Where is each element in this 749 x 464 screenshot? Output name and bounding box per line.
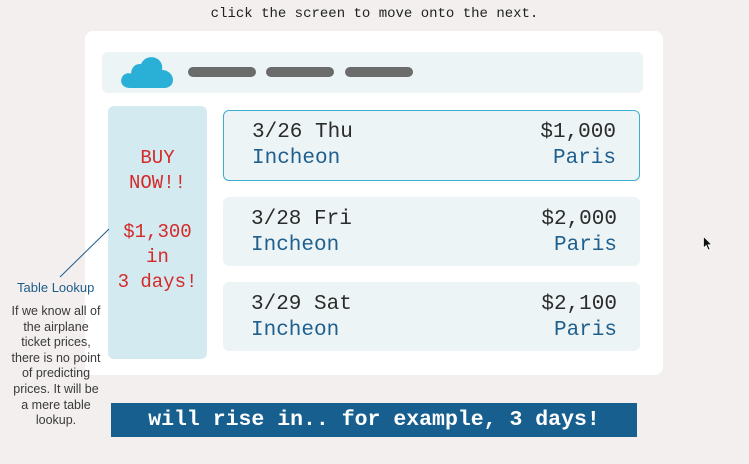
nav-item-1[interactable] bbox=[188, 67, 256, 77]
caption-banner: will rise in.. for example, 3 days! bbox=[111, 403, 637, 437]
promo-line: in bbox=[146, 246, 169, 268]
flight-date: 3/26 Thu bbox=[252, 121, 353, 144]
flight-price: $2,100 bbox=[541, 293, 617, 316]
flight-price: $1,000 bbox=[540, 121, 616, 144]
flight-price: $2,000 bbox=[541, 208, 617, 231]
promo-line: BUY bbox=[140, 147, 175, 169]
instruction-text: click the screen to move onto the next. bbox=[210, 6, 539, 22]
flight-row-selected[interactable]: 3/26 Thu $1,000 Incheon Paris bbox=[223, 110, 640, 181]
promo-prediction: $1,300 in 3 days! bbox=[108, 220, 207, 295]
promo-line: NOW!! bbox=[128, 172, 186, 194]
flight-destination: Paris bbox=[553, 319, 617, 342]
promo-headline: BUY NOW!! bbox=[108, 146, 207, 196]
flight-destination: Paris bbox=[553, 234, 617, 257]
flight-row[interactable]: 3/28 Fri $2,000 Incheon Paris bbox=[223, 197, 640, 266]
flight-date: 3/29 Sat bbox=[251, 293, 352, 316]
cloud-icon bbox=[121, 57, 173, 88]
flight-origin: Incheon bbox=[251, 234, 340, 257]
nav-item-2[interactable] bbox=[266, 67, 334, 77]
mouse-pointer-icon bbox=[703, 236, 713, 251]
nav-item-3[interactable] bbox=[345, 67, 413, 77]
promo-line: 3 days! bbox=[117, 271, 198, 293]
flight-row[interactable]: 3/29 Sat $2,100 Incheon Paris bbox=[223, 282, 640, 351]
promo-price: $1,300 bbox=[123, 221, 192, 243]
flight-date: 3/28 Fri bbox=[251, 208, 352, 231]
callout-body: If we know all of the airplane ticket pr… bbox=[11, 304, 101, 428]
callout-title: Table Lookup bbox=[17, 280, 95, 295]
flight-destination: Paris bbox=[552, 147, 616, 170]
flight-origin: Incheon bbox=[251, 319, 340, 342]
promo-panel[interactable]: BUY NOW!! $1,300 in 3 days! bbox=[108, 106, 207, 359]
flight-origin: Incheon bbox=[252, 147, 341, 170]
